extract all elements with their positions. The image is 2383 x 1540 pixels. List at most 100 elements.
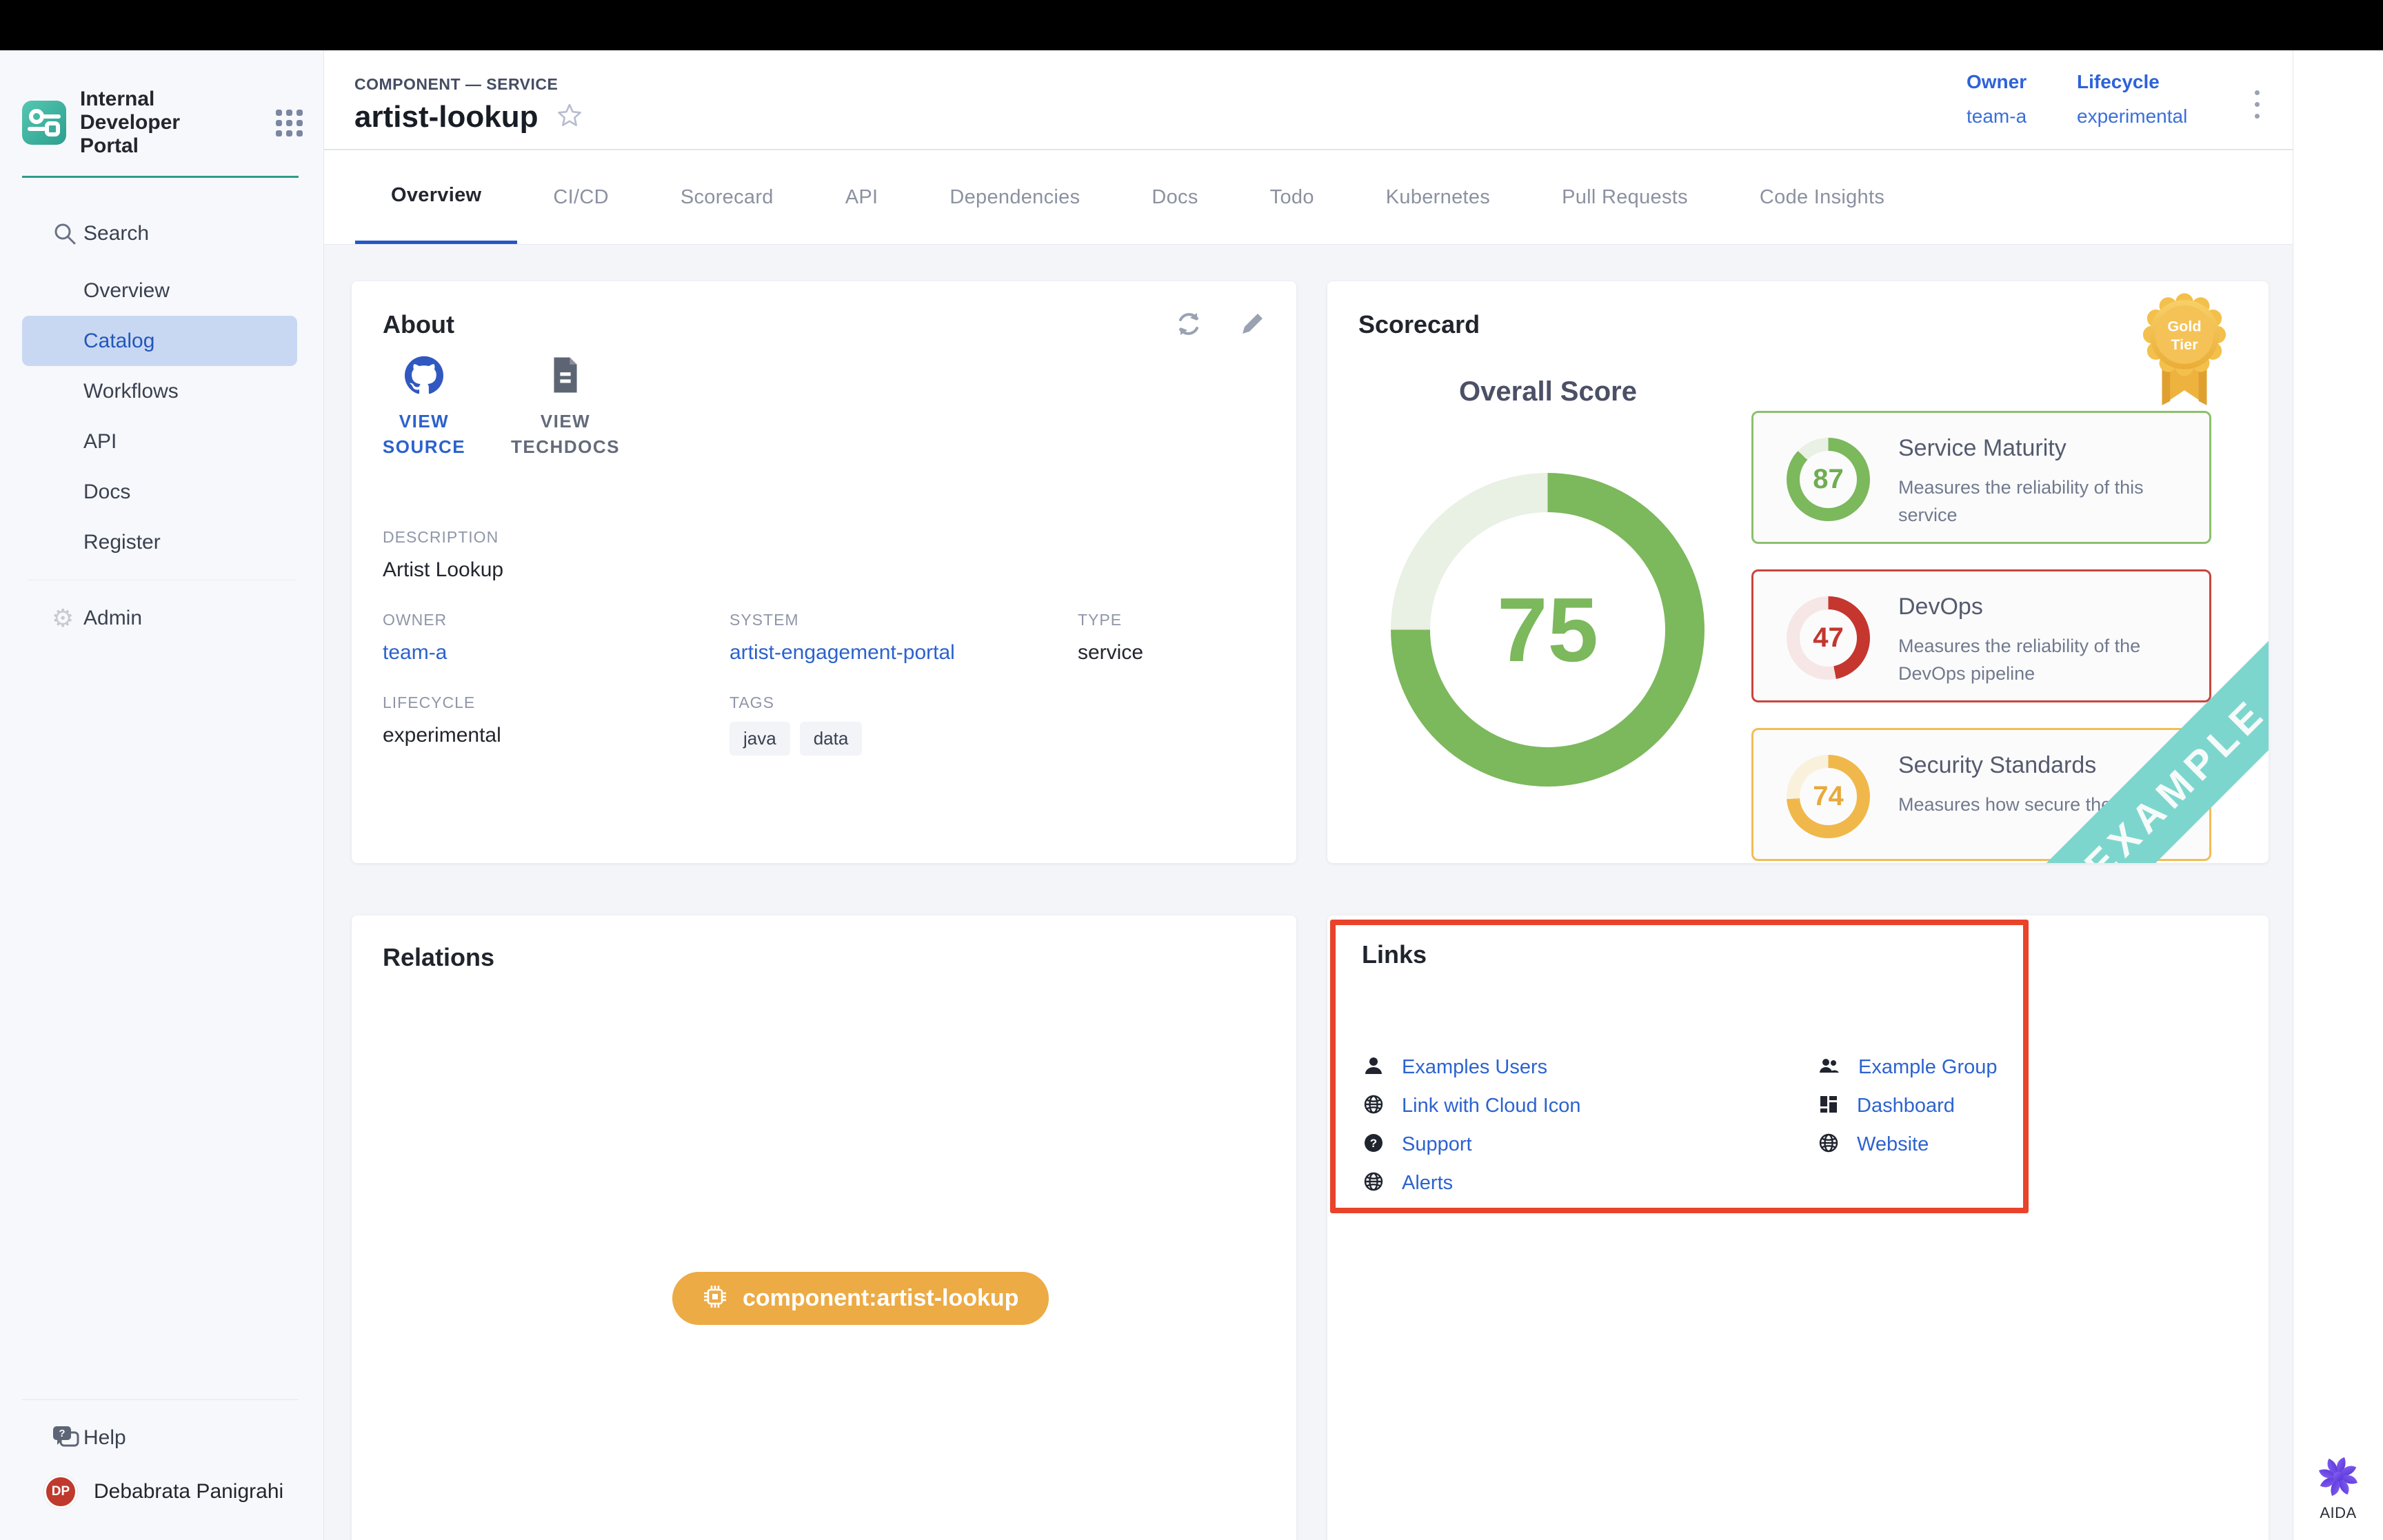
docs-file-icon bbox=[550, 356, 581, 398]
sidebar-item-help[interactable]: ? Help bbox=[0, 1412, 323, 1463]
link-dashboard[interactable]: Dashboard bbox=[1818, 1088, 1955, 1124]
metric-donut: 74 bbox=[1787, 755, 1870, 838]
metric-service-maturity[interactable]: 87 Service Maturity Measures the reliabi… bbox=[1751, 411, 2211, 544]
header-lifecycle: Lifecycle experimental bbox=[2077, 71, 2187, 128]
header-owner[interactable]: Owner team-a bbox=[1967, 71, 2027, 128]
link-example-group[interactable]: Example Group bbox=[1818, 1049, 1998, 1085]
entity-header: COMPONENT — SERVICE artist-lookup Owner … bbox=[324, 50, 2293, 150]
relations-title: Relations bbox=[383, 943, 494, 972]
tab-overview[interactable]: Overview bbox=[355, 150, 517, 244]
view-techdocs-link[interactable]: VIEW TECHDOCS bbox=[514, 356, 617, 460]
user-name: Debabrata Panigrahi bbox=[94, 1480, 283, 1503]
refresh-icon[interactable] bbox=[1174, 309, 1204, 339]
metric-donut: 87 bbox=[1787, 438, 1870, 521]
sidebar-item-admin[interactable]: ⚙ Admin bbox=[0, 593, 323, 643]
main-area: COMPONENT — SERVICE artist-lookup Owner … bbox=[324, 50, 2293, 1540]
tab-code-insights[interactable]: Code Insights bbox=[1724, 150, 1920, 244]
link-support[interactable]: ? Support bbox=[1363, 1126, 1472, 1162]
tab-scorecard[interactable]: Scorecard bbox=[645, 150, 810, 244]
field-lifecycle: LIFECYCLE experimental bbox=[383, 693, 501, 747]
scorecard-title: Scorecard bbox=[1358, 310, 1480, 339]
tab-api[interactable]: API bbox=[810, 150, 914, 244]
star-icon[interactable] bbox=[556, 102, 583, 133]
field-system: SYSTEM artist-engagement-portal bbox=[730, 611, 955, 665]
tab-docs[interactable]: Docs bbox=[1116, 150, 1234, 244]
metric-donut: 47 bbox=[1787, 596, 1870, 680]
metric-name: Service Maturity bbox=[1898, 435, 2067, 462]
link-cloud[interactable]: Link with Cloud Icon bbox=[1363, 1088, 1581, 1124]
scorecard-card: Scorecard bbox=[1327, 281, 2269, 863]
sidebar-item-label: Help bbox=[83, 1426, 126, 1450]
field-owner: OWNER team-a bbox=[383, 611, 447, 665]
link-alerts[interactable]: Alerts bbox=[1363, 1165, 1453, 1201]
owner-label: Owner bbox=[1967, 71, 2027, 93]
links-card: Links Examples Users Link with Cloud Ico… bbox=[1327, 915, 2269, 1540]
aida-logo-icon bbox=[2316, 1455, 2360, 1499]
badge-line1: Gold bbox=[2167, 318, 2201, 335]
tag-chip[interactable]: java bbox=[730, 722, 790, 756]
tab-pull-requests[interactable]: Pull Requests bbox=[1526, 150, 1724, 244]
relations-node[interactable]: component:artist-lookup bbox=[672, 1272, 1049, 1325]
sidebar-item-catalog[interactable]: Catalog bbox=[22, 316, 297, 366]
chip-icon bbox=[703, 1284, 727, 1313]
apps-grid-icon[interactable] bbox=[276, 110, 303, 136]
page-title: artist-lookup bbox=[354, 100, 538, 134]
kebab-menu-icon[interactable] bbox=[2248, 83, 2266, 125]
help-chat-icon: ? bbox=[52, 1425, 83, 1451]
metric-name: DevOps bbox=[1898, 594, 1983, 620]
search-icon bbox=[52, 221, 83, 247]
link-website[interactable]: Website bbox=[1818, 1126, 1929, 1162]
sidebar-divider bbox=[22, 176, 299, 178]
owner-link[interactable]: team-a bbox=[383, 641, 447, 665]
link-examples-users[interactable]: Examples Users bbox=[1363, 1049, 1547, 1085]
relations-card: Relations bbox=[352, 915, 1296, 1540]
aida-assistant-button[interactable]: AIDA bbox=[2293, 1455, 2383, 1522]
github-icon bbox=[405, 356, 443, 398]
overall-score-value: 75 bbox=[1497, 578, 1598, 682]
owner-value[interactable]: team-a bbox=[1967, 105, 2027, 128]
metric-devops[interactable]: 47 DevOps Measures the reliability of th… bbox=[1751, 569, 2211, 702]
metric-desc: Measures the reliability of this service bbox=[1898, 474, 2188, 529]
user-menu[interactable]: DP Debabrata Panigrahi bbox=[0, 1463, 323, 1521]
top-black-bar bbox=[0, 0, 2383, 50]
view-source-link[interactable]: VIEW SOURCE bbox=[372, 356, 476, 460]
globe-icon bbox=[1363, 1094, 1384, 1118]
view-techdocs-label: VIEW TECHDOCS bbox=[511, 409, 620, 460]
sidebar-item-workflows[interactable]: Workflows bbox=[0, 366, 323, 416]
view-source-label: VIEW SOURCE bbox=[372, 409, 476, 460]
dashboard-icon bbox=[1818, 1094, 1839, 1118]
globe-icon bbox=[1363, 1171, 1384, 1195]
sidebar-item-label: Workflows bbox=[83, 380, 179, 403]
sidebar-nav: Search Overview Catalog Workflows API Do… bbox=[0, 208, 323, 643]
svg-text:?: ? bbox=[59, 1428, 65, 1439]
tab-cicd[interactable]: CI/CD bbox=[517, 150, 644, 244]
sidebar-item-overview[interactable]: Overview bbox=[0, 265, 323, 316]
sidebar-item-label: Search bbox=[83, 222, 149, 245]
gear-icon: ⚙ bbox=[52, 606, 83, 631]
content-area: About bbox=[324, 245, 2293, 1540]
sidebar: Internal Developer Portal Search Overvie… bbox=[0, 50, 324, 1540]
edit-pencil-icon[interactable] bbox=[1237, 309, 1267, 339]
about-card: About bbox=[352, 281, 1296, 863]
sidebar-item-search[interactable]: Search bbox=[0, 208, 323, 259]
sidebar-item-label: Catalog bbox=[83, 330, 154, 353]
sidebar-item-api[interactable]: API bbox=[0, 416, 323, 467]
tab-dependencies[interactable]: Dependencies bbox=[914, 150, 1116, 244]
badge-line2: Tier bbox=[2171, 336, 2198, 353]
app-logo-icon[interactable] bbox=[22, 101, 66, 145]
system-link[interactable]: artist-engagement-portal bbox=[730, 641, 955, 665]
globe-icon bbox=[1818, 1133, 1839, 1157]
lifecycle-label: Lifecycle bbox=[2077, 71, 2187, 93]
tag-chip[interactable]: data bbox=[800, 722, 863, 756]
metric-name: Security Standards bbox=[1898, 752, 2096, 779]
sidebar-item-docs[interactable]: Docs bbox=[0, 467, 323, 517]
tab-kubernetes[interactable]: Kubernetes bbox=[1350, 150, 1526, 244]
svg-text:?: ? bbox=[1370, 1137, 1377, 1150]
field-description: DESCRIPTION Artist Lookup bbox=[383, 528, 503, 582]
app-title: Internal Developer Portal bbox=[80, 88, 239, 158]
sidebar-item-label: Admin bbox=[83, 607, 142, 630]
sidebar-item-label: Docs bbox=[83, 480, 130, 504]
tab-todo[interactable]: Todo bbox=[1234, 150, 1350, 244]
sidebar-item-register[interactable]: Register bbox=[0, 517, 323, 567]
field-type: TYPE service bbox=[1078, 611, 1143, 665]
